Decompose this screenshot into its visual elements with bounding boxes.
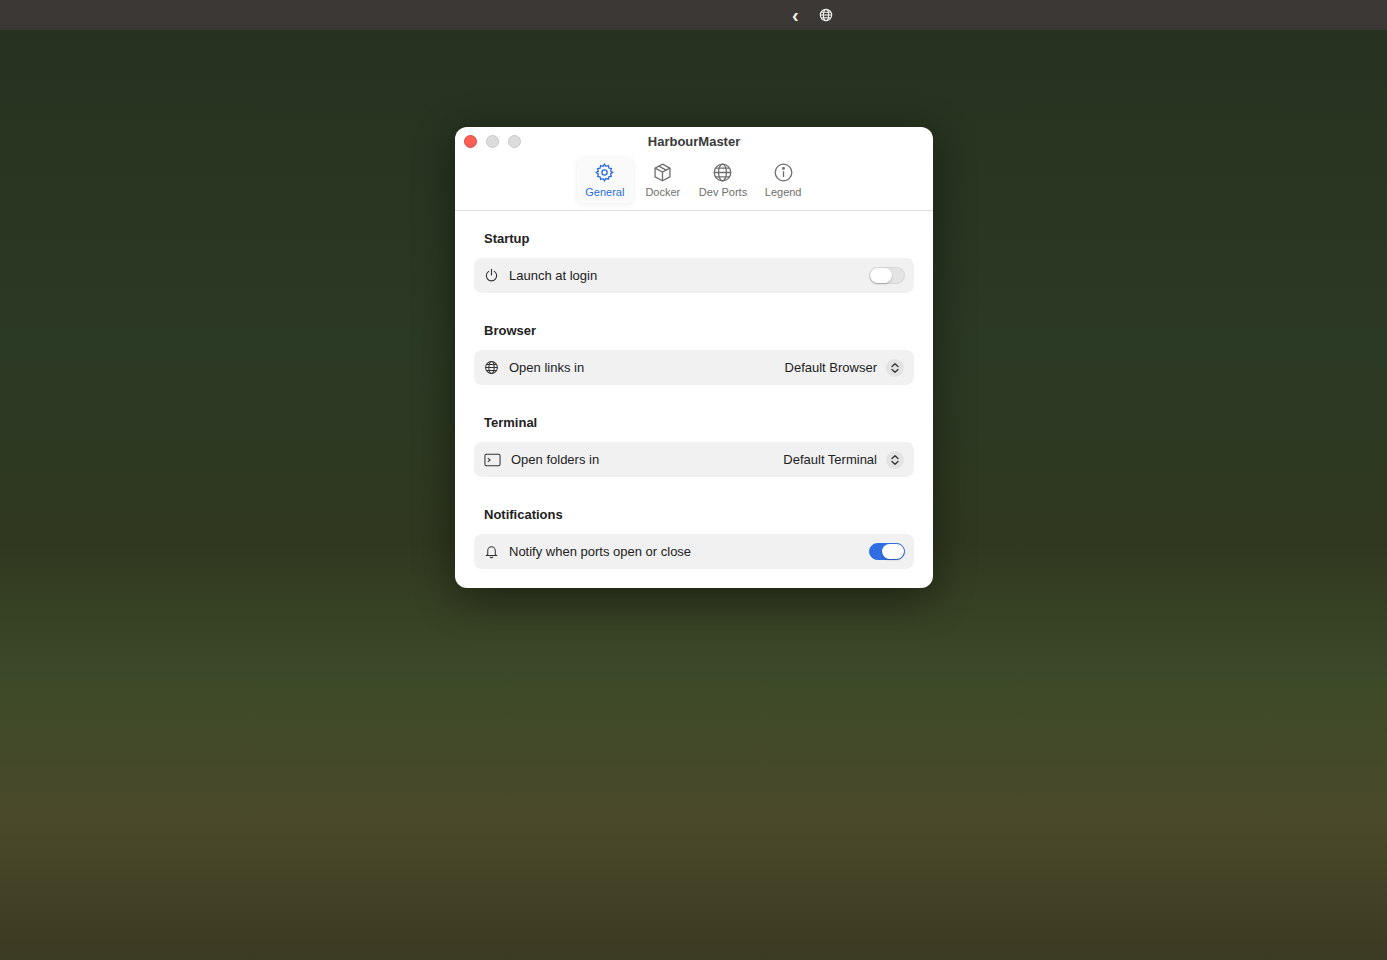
row-label: Open folders in [511, 452, 773, 467]
tab-label: General [585, 186, 624, 198]
stepper-icon [886, 451, 904, 469]
minimize-button[interactable] [486, 135, 499, 148]
row-label: Open links in [509, 360, 775, 375]
settings-section: Terminal Open folders in Default Terminal [474, 415, 914, 477]
menu-chevron[interactable]: ‹ [792, 5, 799, 25]
settings-row: Notify when ports open or close [474, 534, 914, 569]
tab[interactable]: Dev Ports [693, 158, 753, 203]
tab-bar: General Docker Dev Ports Legend [455, 155, 933, 211]
bell-icon [484, 544, 499, 559]
tab[interactable]: Docker [635, 158, 691, 203]
tab[interactable]: Legend [755, 158, 811, 203]
select-value: Default Terminal [783, 452, 877, 467]
menu-bar: ‹ [0, 0, 1387, 30]
title-bar: HarbourMaster [455, 127, 933, 155]
globe-icon [484, 360, 499, 375]
window-title: HarbourMaster [648, 134, 740, 149]
close-button[interactable] [464, 135, 477, 148]
power-icon [484, 268, 499, 283]
gear-icon [594, 162, 615, 183]
info-icon [773, 162, 794, 183]
toggle-switch[interactable] [869, 543, 905, 560]
settings-content: Startup Launch at login Browser Open links … [455, 211, 933, 588]
tab-label: Legend [765, 186, 802, 198]
tab-label: Dev Ports [699, 186, 747, 198]
settings-row: Launch at login [474, 258, 914, 293]
cube-icon [652, 162, 673, 183]
toggle-switch[interactable] [869, 267, 905, 284]
settings-section: Notifications Notify when ports open or c… [474, 507, 914, 569]
row-label: Notify when ports open or close [509, 544, 859, 559]
settings-row: Open folders in Default Terminal [474, 442, 914, 477]
row-label: Launch at login [509, 268, 859, 283]
toggle-knob [870, 268, 892, 283]
select-popup[interactable]: Default Terminal [783, 449, 904, 471]
section-heading: Startup [474, 231, 914, 247]
toggle-knob [882, 544, 904, 559]
select-popup[interactable]: Default Browser [785, 357, 904, 379]
tab[interactable]: General [577, 158, 633, 203]
globe-icon[interactable] [819, 8, 833, 22]
section-heading: Notifications [474, 507, 914, 523]
section-heading: Terminal [474, 415, 914, 431]
terminal-icon [484, 453, 501, 467]
screen: ‹ HarbourMaster General Docker Dev Ports Lege… [0, 0, 1387, 960]
settings-section: Startup Launch at login [474, 231, 914, 293]
settings-window: HarbourMaster General Docker Dev Ports Legen… [455, 127, 933, 588]
stepper-icon [886, 359, 904, 377]
desktop: HarbourMaster General Docker Dev Ports Legen… [0, 30, 1387, 960]
tab-label: Docker [645, 186, 680, 198]
settings-row: Open links in Default Browser [474, 350, 914, 385]
zoom-button[interactable] [508, 135, 521, 148]
globe-icon [712, 162, 733, 183]
settings-section: Browser Open links in Default Browser [474, 323, 914, 385]
section-heading: Browser [474, 323, 914, 339]
select-value: Default Browser [785, 360, 877, 375]
